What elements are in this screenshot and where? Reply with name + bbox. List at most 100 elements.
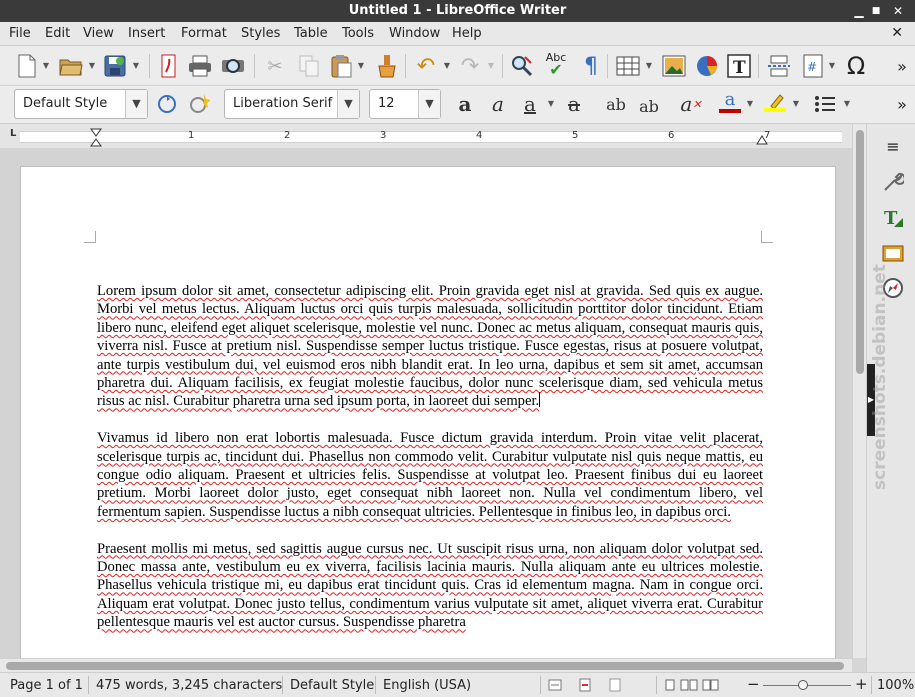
toolbar-overflow-icon[interactable]: » — [893, 91, 911, 117]
menu-edit[interactable]: Edit — [45, 26, 70, 41]
zoom-slider-knob[interactable] — [797, 680, 808, 690]
formatting-marks-icon[interactable]: ¶ — [578, 53, 604, 79]
table-dropdown-icon[interactable]: ▼ — [645, 53, 653, 79]
sidebar-menu-icon[interactable]: ≡ — [881, 134, 905, 158]
book-view-icon[interactable] — [702, 679, 720, 691]
paragraph-1[interactable]: Lorem ipsum dolor sit amet, consectetur … — [97, 282, 763, 411]
menu-table[interactable]: Table — [294, 26, 328, 41]
menu-help[interactable]: Help — [452, 26, 482, 41]
export-pdf-icon[interactable] — [156, 53, 182, 79]
insert-table-icon[interactable] — [615, 53, 641, 79]
chevron-down-icon[interactable]: ▼ — [418, 90, 440, 118]
update-style-icon[interactable] — [154, 91, 180, 117]
open-dropdown-icon[interactable]: ▼ — [88, 53, 96, 79]
zoom-in-icon[interactable]: + — [855, 675, 868, 693]
horizontal-scrollbar[interactable] — [0, 658, 852, 672]
menu-window[interactable]: Window — [389, 26, 440, 41]
menu-tools[interactable]: Tools — [342, 26, 374, 41]
vertical-scrollbar[interactable] — [852, 124, 866, 658]
highlight-dropdown-icon[interactable]: ▼ — [792, 91, 800, 117]
menu-file[interactable]: File — [9, 26, 31, 41]
font-color-icon[interactable]: a — [717, 89, 743, 115]
selection-mode-icon[interactable] — [578, 678, 592, 692]
insert-mode-icon[interactable] — [548, 679, 562, 691]
multi-page-view-icon[interactable] — [680, 679, 698, 691]
page-indicator[interactable]: Page 1 of 1 — [10, 678, 83, 693]
clone-formatting-icon[interactable] — [374, 53, 400, 79]
spelling-icon[interactable]: Abc ✔ — [543, 51, 569, 78]
properties-icon[interactable] — [881, 170, 905, 194]
maximize-icon[interactable]: ■ — [868, 3, 884, 19]
special-character-icon[interactable]: Ω — [843, 52, 869, 80]
bullet-list-icon[interactable] — [812, 91, 838, 117]
superscript-icon[interactable]: ab — [603, 91, 629, 117]
highlight-icon[interactable] — [762, 89, 788, 115]
save-dropdown-icon[interactable]: ▼ — [132, 53, 140, 79]
strikethrough-icon[interactable]: a — [561, 91, 587, 117]
toolbar-overflow-icon[interactable]: » — [893, 53, 911, 79]
insert-page-break-icon[interactable] — [766, 53, 792, 79]
text-language[interactable]: English (USA) — [383, 678, 471, 693]
print-icon[interactable] — [187, 53, 213, 79]
field-dropdown-icon[interactable]: ▼ — [828, 53, 836, 79]
vertical-scroll-thumb[interactable] — [856, 130, 864, 374]
menu-format[interactable]: Format — [181, 26, 227, 41]
undo-icon[interactable]: ↶ — [413, 53, 439, 79]
paste-dropdown-icon[interactable]: ▼ — [357, 53, 365, 79]
paragraph-2[interactable]: Vivamus id libero non erat lobortis male… — [97, 429, 763, 521]
new-document-icon[interactable] — [14, 53, 40, 79]
new-style-icon[interactable] — [186, 91, 212, 117]
underline-dropdown-icon[interactable]: ▼ — [547, 91, 555, 117]
insert-image-icon[interactable] — [661, 53, 687, 79]
document-area[interactable]: Lorem ipsum dolor sit amet, consectetur … — [0, 148, 852, 658]
undo-dropdown-icon[interactable]: ▼ — [443, 53, 451, 79]
tab-type-marker[interactable]: L — [10, 128, 16, 139]
font-color-dropdown-icon[interactable]: ▼ — [746, 91, 754, 117]
underline-icon[interactable]: a — [517, 91, 543, 117]
close-document-icon[interactable]: ✕ — [891, 25, 903, 41]
font-name-combo[interactable]: Liberation Serif ▼ — [224, 89, 360, 119]
redo-dropdown-icon[interactable]: ▼ — [487, 53, 495, 79]
find-replace-icon[interactable] — [509, 53, 535, 79]
horizontal-ruler[interactable]: 1 2 3 4 5 6 7 L — [0, 124, 858, 148]
minimize-icon[interactable]: ▁ — [851, 3, 867, 19]
paragraph-3[interactable]: Praesent mollis mi metus, sed sagittis a… — [97, 540, 763, 632]
menu-styles[interactable]: Styles — [241, 26, 280, 41]
insert-textbox-icon[interactable]: T — [726, 53, 752, 79]
word-count[interactable]: 475 words, 3,245 characters — [96, 678, 282, 693]
print-preview-icon[interactable] — [220, 53, 246, 79]
subscript-icon[interactable]: ab — [636, 93, 662, 119]
document-page[interactable]: Lorem ipsum dolor sit amet, consectetur … — [20, 166, 836, 658]
bold-icon[interactable]: a — [452, 91, 478, 117]
zoom-out-icon[interactable]: − — [747, 675, 760, 693]
horizontal-scroll-thumb[interactable] — [6, 662, 844, 670]
insert-chart-icon[interactable] — [694, 53, 720, 79]
menu-insert[interactable]: Insert — [128, 26, 165, 41]
redo-icon[interactable]: ↷ — [457, 53, 483, 79]
document-body[interactable]: Lorem ipsum dolor sit amet, consectetur … — [97, 282, 763, 650]
italic-icon[interactable]: a — [485, 91, 511, 117]
insert-field-icon[interactable]: # — [800, 53, 826, 79]
font-size-combo[interactable]: 12 ▼ — [369, 89, 441, 119]
paste-icon[interactable] — [328, 53, 354, 79]
document-modified-icon[interactable] — [608, 678, 622, 692]
menu-view[interactable]: View — [83, 26, 114, 41]
open-folder-icon[interactable] — [58, 53, 84, 79]
paragraph-style-combo[interactable]: Default Style ▼ — [14, 89, 148, 119]
chevron-down-icon[interactable]: ▼ — [337, 90, 359, 118]
cut-icon[interactable]: ✂ — [262, 53, 288, 79]
chevron-down-icon[interactable]: ▼ — [125, 90, 147, 118]
new-dropdown-icon[interactable]: ▼ — [42, 53, 50, 79]
single-page-view-icon[interactable] — [664, 679, 676, 691]
page-style[interactable]: Default Style — [290, 678, 374, 693]
zoom-percentage[interactable]: 100% — [877, 678, 914, 693]
styles-icon[interactable]: T — [881, 206, 905, 230]
bullet-dropdown-icon[interactable]: ▼ — [843, 91, 851, 117]
gallery-icon[interactable] — [881, 240, 905, 264]
close-icon[interactable]: ✕ — [890, 3, 906, 19]
save-icon[interactable] — [102, 53, 128, 79]
clear-formatting-icon[interactable]: a ✕ — [678, 91, 704, 117]
svg-text:#: # — [807, 60, 817, 74]
indent-marker-icon[interactable] — [90, 128, 102, 148]
copy-icon[interactable] — [296, 53, 322, 79]
